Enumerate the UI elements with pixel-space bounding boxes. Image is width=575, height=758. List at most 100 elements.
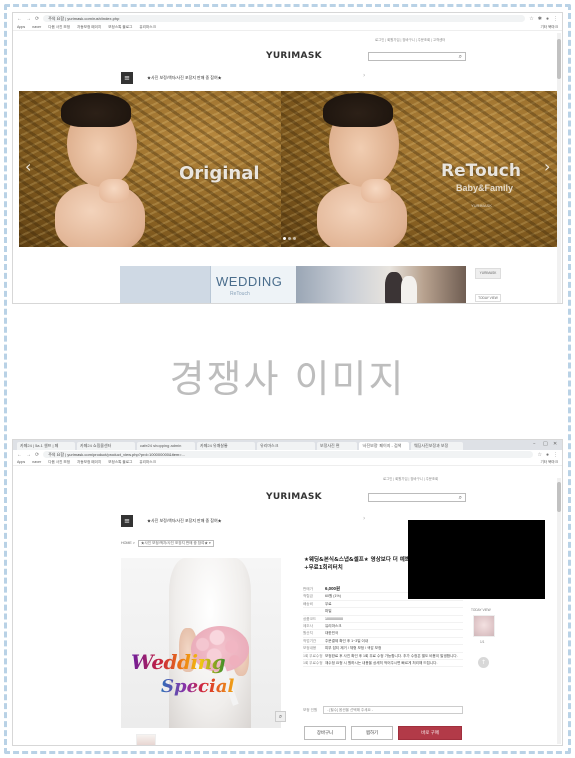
info-value: 주문결제 확인 후 1~3일 이내: [325, 638, 369, 643]
scrollbar-thumb[interactable]: [557, 482, 561, 512]
info-row: 작업기간 주문결제 확인 후 1~3일 이내: [303, 638, 463, 646]
bookmark-other[interactable]: 기타 북마크: [540, 25, 558, 30]
slide-retouch-tag: YURIMASK: [471, 203, 492, 208]
reload-icon[interactable]: ⟳: [35, 452, 39, 458]
address-row: ← → ⟳ 주의 요함 | yurimask.com/product/produ…: [13, 450, 562, 459]
today-view-count: 1/1: [480, 640, 485, 644]
promo-next-icon[interactable]: ›: [363, 515, 365, 522]
profile-icon[interactable]: ●: [546, 452, 549, 458]
wedding-banner[interactable]: WEDDING ReTouch: [120, 266, 466, 303]
site-logo[interactable]: YURIMASK: [266, 51, 322, 61]
image-text-wedding: Wedding: [131, 650, 226, 674]
composite-image: ← → ⟳ 주의 요함 | yurimask.com/rush/index.ph…: [12, 12, 563, 746]
banner-title: WEDDING: [216, 274, 283, 289]
scroll-top-icon[interactable]: ↑: [478, 657, 489, 668]
hamburger-menu-icon[interactable]: ≡: [121, 515, 133, 527]
browser-tab[interactable]: 보정사진 편: [317, 442, 357, 450]
browser-tab[interactable]: cafe24 shopping admin: [137, 442, 195, 450]
scrollbar[interactable]: [557, 478, 561, 744]
star-icon[interactable]: ☆: [537, 452, 541, 458]
back-icon[interactable]: ←: [17, 16, 22, 22]
forward-icon[interactable]: →: [26, 16, 31, 22]
search-input[interactable]: ⌕: [368, 52, 466, 61]
scrollbar[interactable]: [557, 33, 561, 303]
redacted-overlay: [408, 520, 545, 599]
buy-now-button[interactable]: 바로 구매: [398, 726, 462, 740]
add-to-cart-button[interactable]: 장바구니: [304, 726, 346, 740]
wishlist-button[interactable]: 찜하기: [351, 726, 393, 740]
bookmark-blog[interactable]: 보정스톡 블로그: [108, 25, 132, 30]
browser-tab[interactable]: 유리마스크: [257, 442, 315, 450]
slide-original-text: Original: [179, 163, 260, 184]
slider-dot[interactable]: [283, 237, 286, 240]
info-key: 배송비: [303, 601, 313, 606]
option-label: 보정 인원: [303, 707, 318, 712]
browser-tab[interactable]: 카페24 유쾌살롱: [197, 442, 255, 450]
forward-icon[interactable]: →: [26, 452, 31, 458]
product-image[interactable]: Wedding Special: [121, 558, 281, 728]
side-chip-top[interactable]: YURIMASK: [475, 268, 501, 279]
baby-hand: [99, 179, 129, 203]
zoom-icon[interactable]: ⌕: [275, 711, 286, 722]
menu-dots-icon[interactable]: ⋮: [553, 452, 558, 458]
slider-dot[interactable]: [293, 237, 296, 240]
site-logo[interactable]: YURIMASK: [266, 492, 322, 502]
promo-next-icon[interactable]: ›: [363, 72, 365, 79]
today-view-label: TODAY VIEW: [471, 608, 491, 612]
browser-tab[interactable]: 카페24 쇼핑몰센터: [77, 442, 135, 450]
bookmark-daum[interactable]: 다음 사진 보정: [48, 460, 70, 465]
extension-icon[interactable]: ✱: [538, 16, 542, 22]
breadcrumb-category-select[interactable]: ★사진 보정/액자/사진 포장지 판매 중 참여★ ▾: [137, 540, 214, 547]
search-input[interactable]: ⌕: [368, 493, 466, 502]
banner-couple-photo: [296, 266, 466, 303]
main-slider[interactable]: Original ‹ ReTouch Baby&Family YURIMASK …: [19, 91, 558, 247]
slider-next-icon[interactable]: ›: [544, 157, 550, 176]
side-chip-today[interactable]: TODAY VIEW: [475, 294, 501, 302]
slider-dot[interactable]: [288, 237, 291, 240]
close-icon[interactable]: ✕: [553, 441, 557, 447]
promo-text[interactable]: ★사진 보정/액자/사진 포장지 판매 중 참여★: [147, 518, 222, 524]
bookmark-naver[interactable]: naver: [32, 25, 41, 29]
slider-prev-icon[interactable]: ‹: [25, 157, 31, 176]
breadcrumb-home[interactable]: HOME >: [121, 541, 135, 545]
info-key: 작업기간: [303, 638, 317, 643]
bookmark-apps[interactable]: Apps: [17, 25, 25, 29]
scrollbar-thumb[interactable]: [557, 39, 561, 79]
competitor-homepage-screenshot: ← → ⟳ 주의 요함 | yurimask.com/rush/index.ph…: [12, 12, 563, 304]
address-bar[interactable]: 주의 요함 | yurimask.com/product/product_vie…: [43, 451, 534, 458]
bookmark-yurimask[interactable]: 유리마스크: [139, 460, 156, 465]
promo-text[interactable]: ★사진 보정/액자/사진 포장지 판매 중 참여★: [147, 75, 222, 81]
profile-icon[interactable]: ●: [546, 16, 549, 22]
info-key: 1회 무료수정: [303, 653, 323, 658]
bookmark-daum[interactable]: 다음 사진 보정: [48, 25, 70, 30]
bookmark-blog[interactable]: 보정스톡 블로그: [108, 460, 132, 465]
info-row: 파일: [303, 608, 463, 616]
maximize-icon[interactable]: □: [543, 441, 548, 447]
today-view-thumbnail[interactable]: [473, 615, 495, 637]
menu-dots-icon[interactable]: ⋮: [553, 16, 558, 22]
info-key: 보정내용: [303, 646, 317, 651]
bookmark-auto[interactable]: 자동보정 페이지: [77, 460, 101, 465]
info-value: 무료: [325, 601, 332, 606]
star-icon[interactable]: ☆: [529, 16, 533, 22]
address-bar[interactable]: 주의 요함 | yurimask.com/rush/index.php: [43, 15, 526, 22]
back-icon[interactable]: ←: [17, 452, 22, 458]
search-icon[interactable]: ⌕: [459, 494, 462, 502]
util-links[interactable]: 로그인 | 회원가입 | 장바구니 | 주문조회 | 고객센터: [375, 37, 445, 42]
reload-icon[interactable]: ⟳: [35, 16, 39, 22]
bookmark-auto[interactable]: 자동보정 페이지: [77, 25, 101, 30]
option-select[interactable]: - [필수] 옵션을 선택해 주세요 -: [323, 706, 463, 714]
search-icon[interactable]: ⌕: [459, 53, 462, 61]
browser-tab-active[interactable]: '사진보정' 페이지 - 검색: [359, 442, 409, 450]
minimize-icon[interactable]: –: [533, 441, 536, 447]
bookmark-yurimask[interactable]: 유리마스크: [139, 25, 156, 30]
browser-tab[interactable]: 웨딩사진보정과 보정: [411, 442, 463, 450]
info-key: 1회 무료수정: [303, 661, 323, 666]
browser-tab[interactable]: 카페24 | 5a.1 셀프 | 페: [17, 442, 75, 450]
bookmark-apps[interactable]: Apps: [17, 460, 25, 464]
bookmark-naver[interactable]: naver: [32, 460, 41, 464]
hamburger-menu-icon[interactable]: ≡: [121, 72, 133, 84]
product-thumbnail[interactable]: [136, 734, 156, 745]
util-links[interactable]: 로그인 | 회원가입 | 장바구니 | 주문조회: [383, 476, 438, 481]
bookmark-other[interactable]: 기타 북마크: [540, 460, 558, 465]
